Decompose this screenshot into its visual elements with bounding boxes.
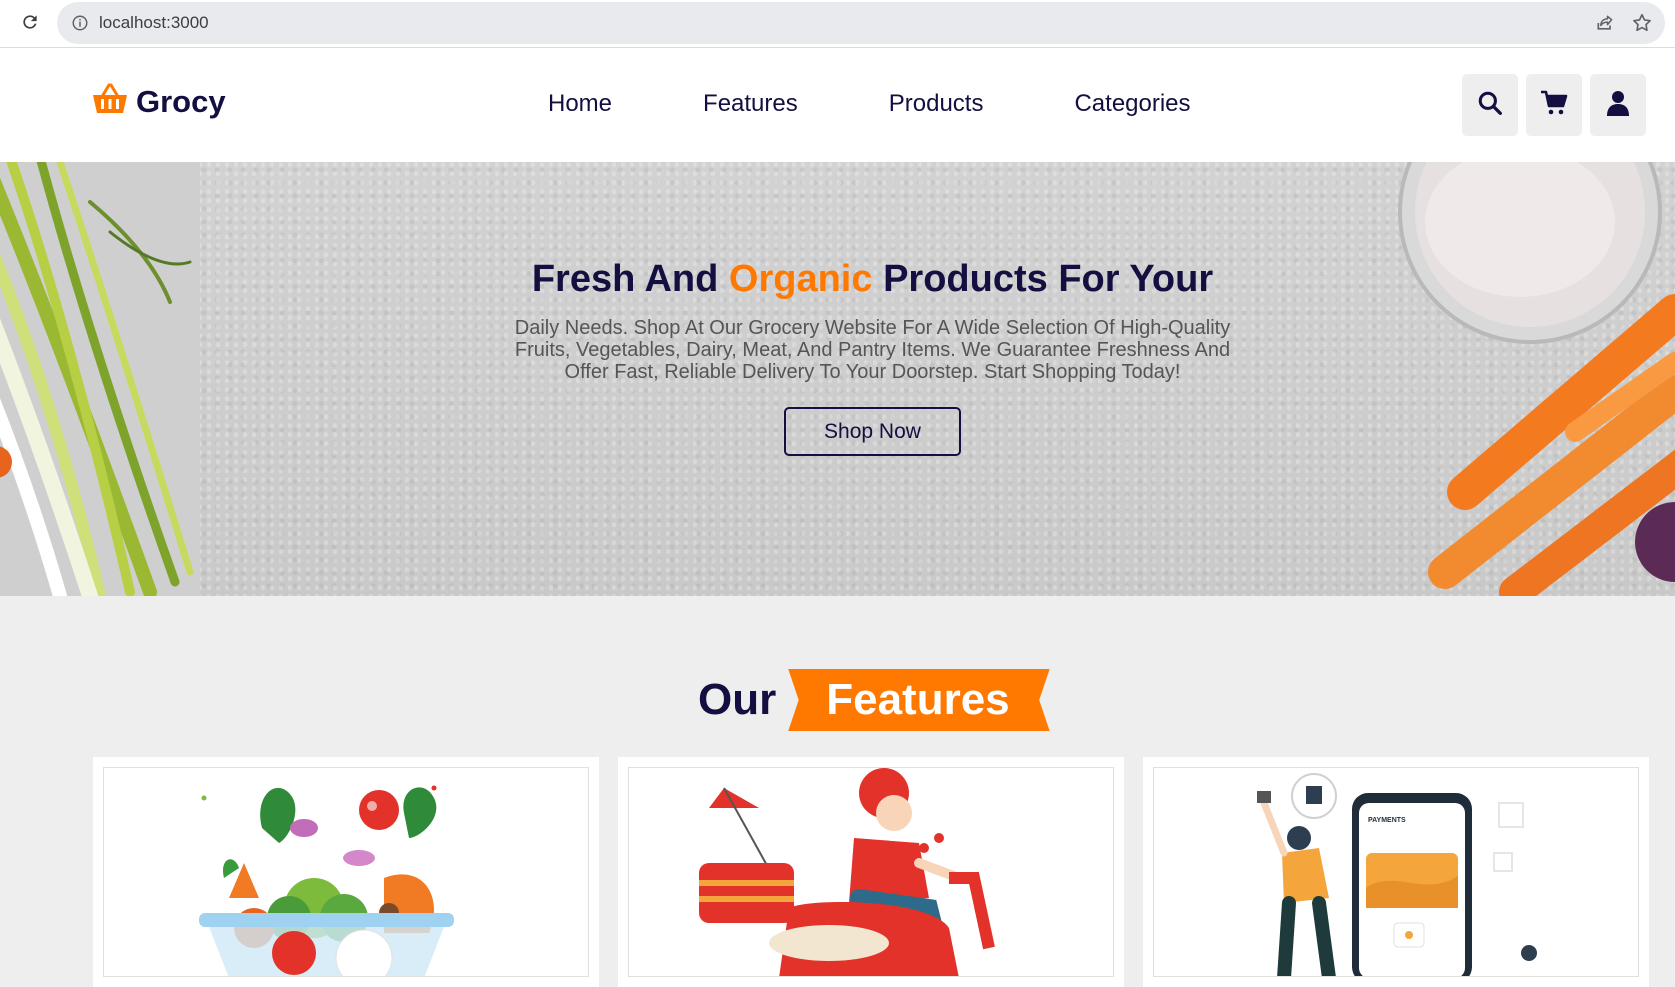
spring-onions-image (0, 162, 214, 596)
logo[interactable]: Grocy (92, 83, 226, 120)
hero-content: Fresh And Organic Products For Your Dail… (490, 258, 1255, 456)
nav-products[interactable]: Products (889, 90, 984, 118)
fresh-vegetables-basket-illustration (103, 767, 589, 977)
nav-home[interactable]: Home (548, 90, 612, 118)
hero-title-part2: Products For Your (883, 258, 1214, 300)
feature-card: PAYMENTS (1143, 757, 1649, 987)
reload-icon[interactable] (18, 10, 42, 34)
features-section: Our Features PAYMENTS (0, 604, 1675, 987)
feature-card (618, 757, 1124, 987)
hero-description: Daily Needs. Shop At Our Grocery Website… (514, 317, 1231, 383)
basket-icon (92, 83, 128, 120)
info-icon[interactable] (71, 14, 89, 32)
shop-now-button[interactable]: Shop Now (784, 407, 961, 456)
cart-icon (1540, 90, 1568, 121)
user-icon (1606, 90, 1630, 121)
features-heading-accent: Features (788, 669, 1050, 731)
features-heading-plain: Our (698, 675, 777, 724)
nav-categories[interactable]: Categories (1074, 90, 1190, 118)
hero-title: Fresh And Organic Products For Your (490, 258, 1255, 301)
features-heading: Our Features (698, 669, 1050, 731)
mobile-payment-illustration: PAYMENTS (1153, 767, 1639, 977)
share-icon[interactable] (1595, 13, 1615, 33)
browser-toolbar: localhost:3000 (0, 0, 1675, 48)
hero-banner: Fresh And Organic Products For Your Dail… (0, 162, 1675, 596)
carrots-salt-image (1345, 162, 1675, 596)
url-text[interactable]: localhost:3000 (99, 13, 209, 33)
user-button[interactable] (1590, 74, 1646, 136)
logo-text: Grocy (136, 83, 226, 119)
address-bar[interactable]: localhost:3000 (57, 2, 1665, 44)
search-icon (1477, 90, 1503, 121)
site-header: Grocy Home Features Products Categories (0, 48, 1675, 162)
hero-title-accent: Organic (728, 258, 873, 300)
main-nav: Home Features Products Categories (548, 90, 1282, 118)
star-icon[interactable] (1631, 12, 1653, 34)
phone-payments-label: PAYMENTS (1368, 817, 1406, 824)
hero-title-part1: Fresh And (531, 258, 719, 300)
header-icons (1462, 74, 1646, 136)
cart-button[interactable] (1526, 74, 1582, 136)
delivery-scooter-illustration (628, 767, 1114, 977)
feature-card (93, 757, 599, 987)
nav-features[interactable]: Features (703, 90, 798, 118)
search-button[interactable] (1462, 74, 1518, 136)
feature-cards: PAYMENTS (93, 757, 1649, 987)
